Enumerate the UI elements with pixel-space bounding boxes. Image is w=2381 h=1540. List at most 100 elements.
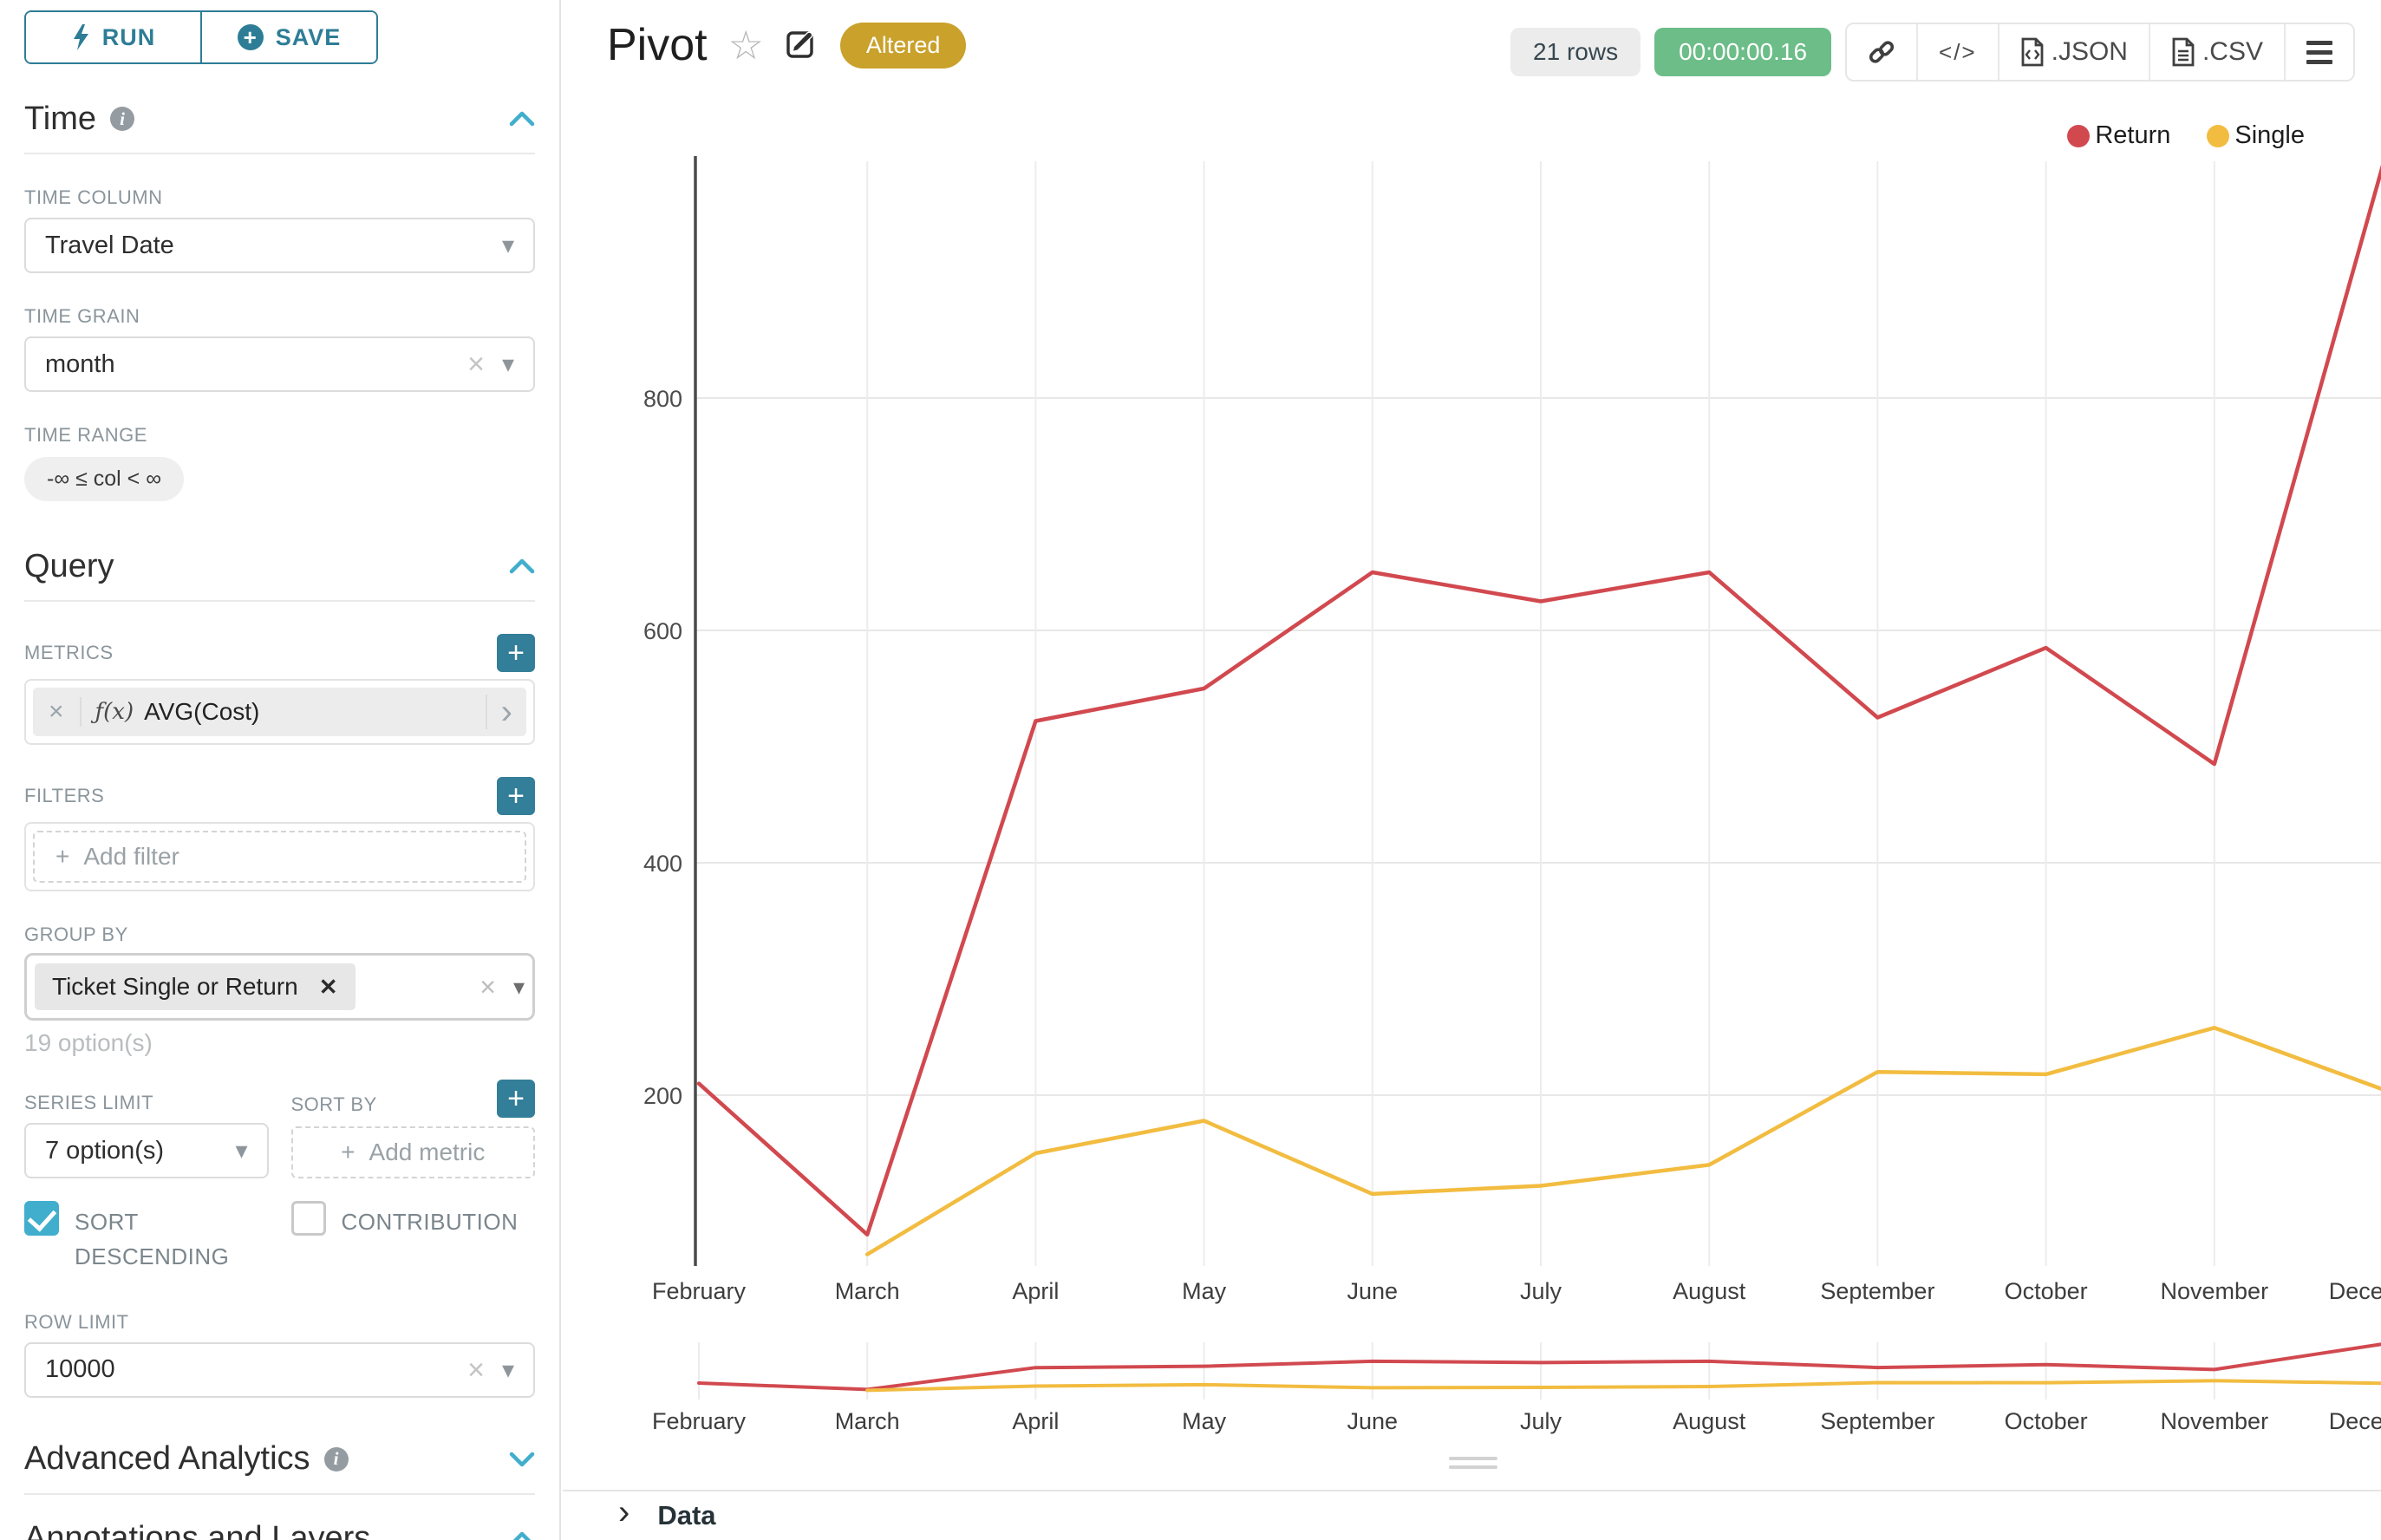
- group-by-select[interactable]: Ticket Single or Return ✕ × ▾: [24, 953, 535, 1021]
- contribution-checkbox[interactable]: [291, 1201, 326, 1236]
- data-section-label: Data: [657, 1500, 715, 1531]
- time-column-select[interactable]: Travel Date ▾: [24, 218, 535, 273]
- group-by-label: GROUP BY: [24, 923, 535, 946]
- explore-page: RUN + SAVE Time i TIME COLUMN Travel Dat…: [0, 0, 2381, 1540]
- svg-text:September: September: [1820, 1278, 1934, 1304]
- svg-text:400: 400: [643, 851, 682, 877]
- svg-text:May: May: [1182, 1408, 1227, 1434]
- metric-name: AVG(Cost): [144, 698, 486, 726]
- svg-text:September: September: [1820, 1408, 1934, 1434]
- save-button[interactable]: + SAVE: [200, 12, 376, 62]
- run-button[interactable]: RUN: [26, 12, 200, 62]
- chevron-up-icon[interactable]: [509, 111, 535, 127]
- add-sort-metric-plus-button[interactable]: +: [497, 1080, 535, 1118]
- query-section-header[interactable]: Query: [24, 546, 535, 586]
- svg-text:March: March: [835, 1408, 900, 1434]
- svg-text:October: October: [2005, 1408, 2088, 1434]
- time-section-header[interactable]: Time i: [24, 99, 535, 139]
- sort-descending-checkbox-row[interactable]: SORT DESCENDING: [24, 1201, 269, 1275]
- add-sort-metric-button[interactable]: + Add metric: [291, 1126, 536, 1178]
- file-text-icon: [2171, 37, 2195, 67]
- chevron-up-icon[interactable]: [509, 558, 535, 574]
- svg-text:November: November: [2161, 1278, 2269, 1304]
- remove-metric-icon[interactable]: ×: [33, 697, 82, 727]
- chevron-down-icon[interactable]: [509, 1452, 535, 1467]
- svg-text:March: March: [835, 1278, 900, 1304]
- svg-text:July: July: [1520, 1408, 1562, 1434]
- svg-text:December: December: [2329, 1408, 2381, 1434]
- advanced-analytics-title: Advanced Analytics: [24, 1440, 310, 1478]
- add-filter-button[interactable]: + Add filter: [33, 831, 526, 883]
- svg-text:February: February: [652, 1408, 747, 1434]
- svg-text:August: August: [1673, 1278, 1746, 1304]
- line-chart[interactable]: 200400600800FebruaryMarchAprilMayJuneJul…: [563, 121, 2381, 1335]
- view-query-button[interactable]: </>: [1916, 24, 1998, 80]
- svg-text:August: August: [1673, 1408, 1746, 1434]
- advanced-analytics-header[interactable]: Advanced Analytics i: [24, 1439, 535, 1479]
- query-timer-badge: 00:00:00.16: [1654, 28, 1831, 76]
- sort-by-label: SORT BY: [291, 1093, 377, 1116]
- series-limit-select[interactable]: 7 option(s) ▾: [24, 1123, 269, 1178]
- group-by-chip[interactable]: Ticket Single or Return ✕: [35, 963, 356, 1010]
- row-limit-select[interactable]: 10000 × ▾: [24, 1342, 535, 1398]
- time-grain-value: month: [45, 350, 115, 379]
- time-grain-select[interactable]: month × ▾: [24, 336, 535, 392]
- annotations-layers-header[interactable]: Annotations and Layers: [24, 1519, 535, 1540]
- resize-handle[interactable]: [1449, 1457, 1497, 1474]
- svg-text:December: December: [2329, 1278, 2381, 1304]
- filters-box: + Add filter: [24, 822, 535, 891]
- metrics-box: × ƒ(x) AVG(Cost) ›: [24, 679, 535, 745]
- clear-icon[interactable]: ×: [479, 971, 496, 1003]
- export-button-group: </> .JSON .CSV: [1845, 23, 2355, 82]
- contribution-checkbox-row[interactable]: CONTRIBUTION: [291, 1201, 536, 1275]
- code-icon: </>: [1939, 39, 1977, 66]
- svg-text:800: 800: [643, 386, 682, 412]
- edit-properties-icon[interactable]: [785, 26, 819, 65]
- share-link-button[interactable]: [1847, 24, 1916, 80]
- data-footer-bar[interactable]: › Data: [563, 1490, 2381, 1540]
- chevron-down-icon: ▾: [502, 352, 514, 376]
- group-by-chip-label: Ticket Single or Return: [52, 973, 298, 1001]
- metric-pill[interactable]: × ƒ(x) AVG(Cost) ›: [33, 688, 526, 736]
- clear-icon[interactable]: ×: [467, 349, 485, 379]
- add-metric-plus-button[interactable]: +: [497, 634, 535, 672]
- favorite-star-icon[interactable]: ☆: [728, 25, 764, 65]
- svg-text:June: June: [1347, 1408, 1399, 1434]
- clear-icon[interactable]: ×: [467, 1355, 485, 1385]
- chevron-down-icon: ▾: [502, 1358, 514, 1382]
- run-save-button-group: RUN + SAVE: [24, 10, 378, 64]
- series-limit-label: SERIES LIMIT: [24, 1092, 269, 1114]
- sort-descending-label: SORT DESCENDING: [75, 1201, 269, 1275]
- svg-text:July: July: [1520, 1278, 1562, 1304]
- chevron-down-icon: ▾: [235, 1139, 247, 1163]
- chevron-down-icon: ▾: [502, 233, 514, 258]
- time-column-value: Travel Date: [45, 232, 174, 260]
- svg-text:600: 600: [643, 618, 682, 644]
- series-limit-value: 7 option(s): [45, 1137, 164, 1165]
- time-range-pill[interactable]: -∞ ≤ col < ∞: [24, 457, 184, 501]
- sort-descending-checkbox[interactable]: [24, 1201, 59, 1236]
- chevron-down-icon: ▾: [513, 974, 525, 1001]
- chart-menu-button[interactable]: [2284, 24, 2353, 80]
- export-json-button[interactable]: .JSON: [1998, 24, 2149, 80]
- run-label: RUN: [102, 24, 156, 51]
- row-limit-label: ROW LIMIT: [24, 1311, 535, 1334]
- metrics-label: METRICS: [24, 642, 114, 664]
- add-filter-plus-button[interactable]: +: [497, 777, 535, 815]
- altered-badge: Altered: [840, 23, 967, 69]
- svg-text:April: April: [1012, 1408, 1059, 1434]
- plus-icon: +: [341, 1139, 355, 1166]
- export-json-label: .JSON: [2052, 37, 2128, 67]
- function-icon: ƒ(x): [95, 699, 134, 725]
- chevron-right-icon[interactable]: ›: [486, 695, 526, 729]
- annotations-layers-title: Annotations and Layers: [24, 1520, 370, 1540]
- remove-chip-icon[interactable]: ✕: [319, 974, 338, 1001]
- svg-text:May: May: [1182, 1278, 1227, 1304]
- range-preview-chart[interactable]: February March April May June July August Septe…: [563, 1335, 2381, 1457]
- svg-text:October: October: [2005, 1278, 2088, 1304]
- chevron-up-icon[interactable]: [509, 1531, 535, 1540]
- plus-circle-icon: +: [238, 24, 264, 50]
- svg-text:November: November: [2161, 1408, 2269, 1434]
- info-icon: i: [324, 1447, 349, 1471]
- export-csv-button[interactable]: .CSV: [2149, 24, 2284, 80]
